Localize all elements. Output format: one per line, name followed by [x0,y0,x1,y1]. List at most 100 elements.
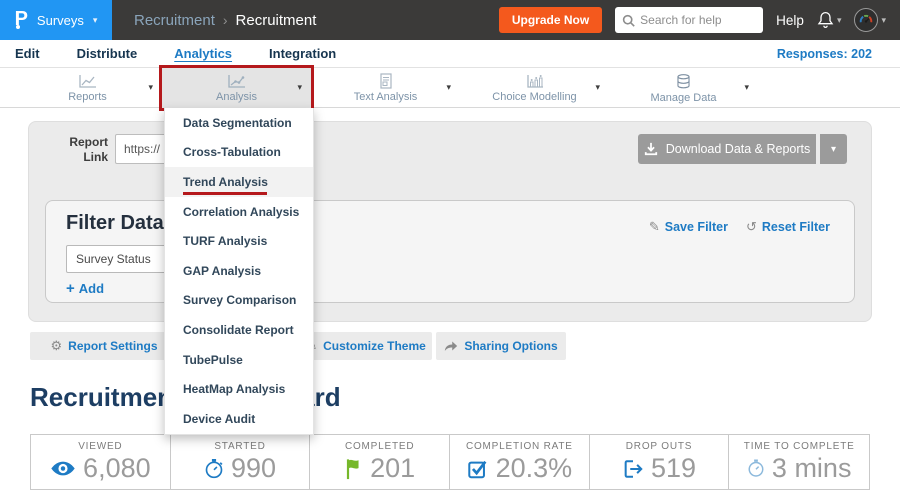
menu-item-survey-comparison[interactable]: Survey Comparison [165,286,313,316]
gears-icon: ⚙ [51,338,63,354]
analysis-dropdown-menu: Data Segmentation Cross-Tabulation Trend… [164,108,314,435]
stat-completion-rate: COMPLETION RATE 20.3% [450,435,590,489]
report-link-label: Report Link [58,135,108,165]
bar-chart-icon [525,74,545,89]
toolbar-item-label: Choice Modelling [492,91,576,103]
toolbar-item-label: Manage Data [650,92,716,104]
toolbar-item-choice-modelling[interactable]: Choice Modelling ▾ [460,68,609,108]
stat-label: TIME TO COMPLETE [744,441,855,452]
menu-item-consolidate-report[interactable]: Consolidate Report [165,315,313,345]
red-underline-annotation [183,192,267,195]
avatar [854,8,878,32]
stat-value: 990 [231,453,276,484]
account-menu[interactable]: ▾ [854,8,886,32]
nav-item-integration[interactable]: Integration [269,46,336,61]
tab-label: Report Settings [68,339,157,353]
breadcrumb: Recruitment › Recruitment [134,12,316,29]
notifications-button[interactable]: ▾ [817,11,842,29]
responses-count[interactable]: Responses: 202 [777,47,900,61]
upgrade-now-button[interactable]: Upgrade Now [499,7,602,33]
surveys-menu-label: Surveys [37,13,84,28]
chevron-down-icon[interactable]: ▾ [595,82,600,93]
chevron-down-icon[interactable]: ▾ [446,82,451,93]
exit-icon [622,458,644,480]
toolbar-item-reports[interactable]: Reports ▾ [13,68,162,108]
pencil-icon: ✎ [649,219,660,235]
eye-icon [50,460,76,477]
surveys-product-menu[interactable]: P Surveys ▾ [0,0,112,40]
tab-sharing-options[interactable]: Sharing Options [436,332,566,360]
stat-viewed: VIEWED 6,080 [31,435,171,489]
checkbox-icon [467,458,489,480]
chevron-down-icon: ▾ [881,15,886,26]
tab-label: Sharing Options [464,339,557,353]
download-button-label: Download Data & Reports [666,142,811,156]
help-search[interactable] [615,7,763,33]
database-icon [675,73,692,90]
reset-filter-button[interactable]: ↺ Reset Filter [746,219,830,235]
menu-item-gap-analysis[interactable]: GAP Analysis [165,256,313,286]
add-filter-button[interactable]: + Add [66,280,104,297]
toolbar-item-label: Reports [68,91,107,103]
menu-item-device-audit[interactable]: Device Audit [165,404,313,434]
breadcrumb-survey-name: Recruitment [236,12,317,29]
chevron-down-icon[interactable]: ▾ [744,82,749,93]
menu-item-turf-analysis[interactable]: TURF Analysis [165,226,313,256]
stat-time-to-complete: TIME TO COMPLETE 3 mins [729,435,869,489]
bell-icon [817,11,834,29]
chevron-down-icon: ▾ [831,144,836,155]
menu-item-label: Trend Analysis [183,175,268,189]
menu-item-tubepulse[interactable]: TubePulse [165,345,313,375]
questionpro-logo[interactable]: P [15,8,28,31]
reset-filter-label: Reset Filter [762,220,830,234]
download-data-reports-button[interactable]: Download Data & Reports [638,134,816,164]
line-chart-icon [78,74,98,89]
toolbar-item-label: Analysis [216,91,257,103]
top-bar: P Surveys ▾ Recruitment › Recruitment Up… [0,0,900,40]
stat-started: STARTED 990 [171,435,311,489]
timer-icon [747,458,765,479]
chevron-down-icon[interactable]: ▾ [297,82,302,93]
menu-item-data-segmentation[interactable]: Data Segmentation [165,108,313,138]
report-tabs: ⚙ Report Settings ✎ Customize Theme Shar… [0,332,900,360]
scatter-chart-icon [227,74,247,89]
stopwatch-icon [204,458,224,480]
survey-nav: Edit Distribute Analytics Integration Re… [0,40,900,68]
save-filter-button[interactable]: ✎ Save Filter [649,219,728,235]
analytics-toolbar: Reports ▾ Analysis ▾ Text Analysis ▾ Cho… [0,68,900,108]
menu-item-cross-tabulation[interactable]: Cross-Tabulation [165,138,313,168]
breadcrumb-folder[interactable]: Recruitment [134,12,215,29]
gauge-icon [857,11,875,29]
menu-item-heatmap-analysis[interactable]: HeatMap Analysis [165,374,313,404]
save-filter-label: Save Filter [665,220,728,234]
download-icon [644,142,658,156]
download-options-caret-button[interactable]: ▾ [818,134,847,164]
share-icon [444,340,458,352]
toolbar-item-analysis[interactable]: Analysis ▾ [162,68,311,108]
help-search-input[interactable] [640,13,750,27]
tab-customize-theme[interactable]: ✎ Customize Theme [300,332,432,360]
stat-value: 3 mins [772,453,852,484]
stat-label: VIEWED [78,441,122,452]
nav-item-analytics[interactable]: Analytics [174,46,232,61]
stat-value: 6,080 [83,453,151,484]
nav-item-distribute[interactable]: Distribute [77,46,138,61]
tab-report-settings[interactable]: ⚙ Report Settings [30,332,178,360]
chevron-down-icon[interactable]: ▾ [148,82,153,93]
breadcrumb-separator-icon: › [223,12,228,28]
toolbar-item-text-analysis[interactable]: Text Analysis ▾ [311,68,460,108]
toolbar-item-manage-data[interactable]: Manage Data ▾ [609,68,758,108]
chevron-down-icon: ▾ [93,16,98,25]
menu-item-trend-analysis[interactable]: Trend Analysis [165,167,313,197]
menu-item-correlation-analysis[interactable]: Correlation Analysis [165,197,313,227]
stat-value: 201 [370,453,415,484]
stat-label: COMPLETED [345,441,414,452]
nav-item-edit[interactable]: Edit [15,46,40,61]
plus-icon: + [66,280,75,297]
document-icon [378,73,394,89]
stat-completed: COMPLETED 201 [310,435,450,489]
survey-status-value: Survey Status [76,252,151,266]
stat-label: COMPLETION RATE [466,441,573,452]
help-link[interactable]: Help [776,13,804,28]
survey-stats-bar: VIEWED 6,080 STARTED 990 COMPLETED 201 C… [30,434,870,490]
